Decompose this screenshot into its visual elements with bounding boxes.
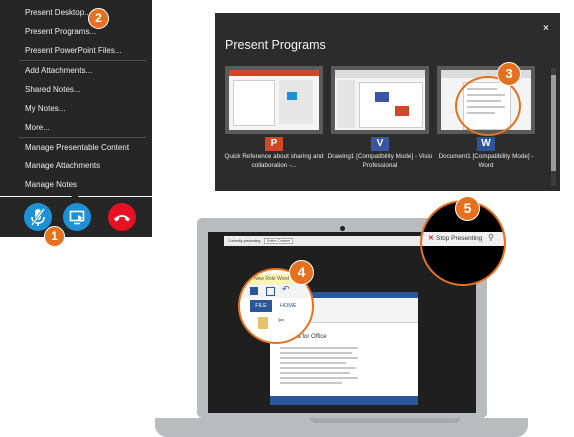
- program-caption: Document1 [Compatibility Mode] - Word: [438, 153, 534, 169]
- word-statusbar: [270, 396, 418, 405]
- powerpoint-icon: P: [265, 137, 283, 151]
- word-window-title: New Role Word: [254, 276, 289, 282]
- menu-item-my-notes[interactable]: My Notes...: [25, 104, 65, 114]
- step-badge-2: 2: [88, 8, 109, 29]
- menu-item-add-attachments[interactable]: Add Attachments...: [25, 66, 92, 76]
- visio-icon: V: [371, 137, 389, 151]
- program-thumbnail-powerpoint[interactable]: [225, 66, 323, 134]
- scrollbar-thumb[interactable]: [551, 75, 556, 171]
- menu-divider: [19, 137, 146, 138]
- program-caption: Quick Reference about sharing and collab…: [224, 153, 324, 169]
- dialog-title: Present Programs: [225, 38, 326, 52]
- presenting-toolbar: Currently presenting Entire Content: [224, 236, 434, 246]
- program-caption: Drawing1 [Compatibility Mode] - Visio Pr…: [327, 153, 433, 169]
- presenting-selector[interactable]: Entire Content: [264, 238, 293, 244]
- quick-access-toolbar: ↶: [240, 284, 312, 298]
- present-menu: Present Desktop... Present Programs... P…: [0, 0, 152, 200]
- stop-icon[interactable]: ✕: [428, 234, 434, 242]
- menu-item-manage-notes[interactable]: Manage Notes: [25, 180, 77, 190]
- menu-item-more[interactable]: More...: [25, 123, 50, 133]
- pin-icon[interactable]: ⚲: [488, 233, 494, 242]
- save-icon[interactable]: [266, 287, 275, 296]
- menu-item-present-programs[interactable]: Present Programs...: [25, 27, 96, 37]
- call-controls-bar: [0, 197, 152, 237]
- tab-home[interactable]: HOME: [280, 303, 297, 309]
- menu-item-manage-presentable-content[interactable]: Manage Presentable Content: [25, 143, 129, 153]
- menu-divider: [19, 60, 146, 61]
- close-icon[interactable]: ×: [543, 23, 549, 34]
- menu-item-present-powerpoint[interactable]: Present PowerPoint Files...: [25, 46, 121, 56]
- program-thumbnail-visio[interactable]: [331, 66, 429, 134]
- step-badge-3: 3: [497, 62, 521, 86]
- present-button[interactable]: [63, 203, 91, 231]
- menu-item-manage-attachments[interactable]: Manage Attachments: [25, 161, 100, 171]
- step-badge-4: 4: [289, 260, 314, 285]
- hang-up-icon: [114, 215, 130, 222]
- hang-up-button[interactable]: [108, 203, 136, 231]
- stop-presenting-bar: ✕ Stop Presenting ⚲: [422, 232, 504, 246]
- presenting-label: Currently presenting: [228, 239, 261, 243]
- webcam-icon: [340, 226, 345, 231]
- cut-icon[interactable]: ✂: [278, 316, 285, 325]
- word-app-icon: [250, 287, 258, 295]
- menu-item-present-desktop[interactable]: Present Desktop...: [25, 8, 91, 18]
- step-badge-1: 1: [44, 226, 65, 247]
- menu-item-shared-notes[interactable]: Shared Notes...: [25, 85, 81, 95]
- stop-presenting-button[interactable]: Stop Presenting: [436, 235, 482, 242]
- laptop-notch: [310, 418, 460, 423]
- step-badge-5: 5: [455, 196, 480, 221]
- tab-file[interactable]: FILE: [250, 300, 272, 312]
- ribbon-body: ✂: [240, 313, 312, 342]
- paste-icon[interactable]: [258, 317, 268, 329]
- present-screen-icon: [69, 210, 85, 225]
- thumbnail-preview: [335, 70, 425, 130]
- thumbnail-preview: [229, 70, 319, 130]
- word-icon: W: [477, 137, 495, 151]
- undo-icon[interactable]: ↶: [282, 284, 290, 295]
